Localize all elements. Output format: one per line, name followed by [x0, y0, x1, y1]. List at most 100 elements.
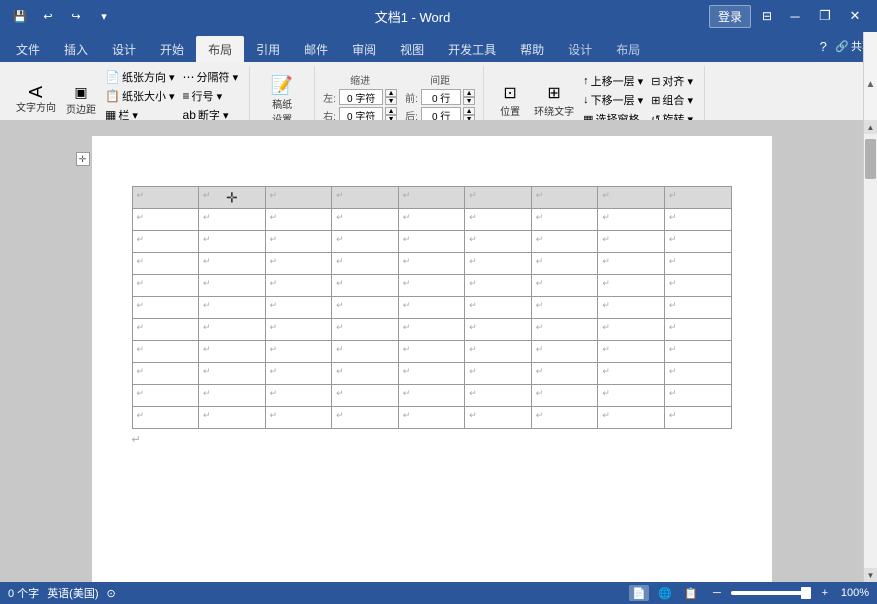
table-cell[interactable]: ↵	[265, 407, 332, 429]
table-cell[interactable]: ↵	[664, 363, 731, 385]
table-cell[interactable]: ↵	[598, 187, 665, 209]
table-cell[interactable]: ↵	[465, 407, 532, 429]
table-cell[interactable]: ↵	[265, 275, 332, 297]
table-cell[interactable]: ↵	[598, 231, 665, 253]
table-cell[interactable]: ↵	[531, 231, 598, 253]
table-cell[interactable]: ↵	[598, 407, 665, 429]
restore-button[interactable]: ❐	[811, 2, 839, 30]
scroll-thumb[interactable]	[865, 139, 876, 179]
table-cell[interactable]: ↵	[398, 363, 465, 385]
indent-left-input[interactable]	[339, 89, 383, 105]
redo-qat-button[interactable]: ↪	[64, 4, 88, 28]
table-cell[interactable]: ↵	[398, 407, 465, 429]
table-cell[interactable]: ↵	[199, 231, 266, 253]
table-cell[interactable]: ↵	[531, 341, 598, 363]
orientation-button[interactable]: 📄纸张方向 ▾	[102, 68, 178, 86]
table-cell[interactable]: ↵	[265, 385, 332, 407]
paper-size-button[interactable]: 📋纸张大小 ▾	[102, 87, 178, 105]
macro-icon[interactable]: ⊙	[107, 587, 116, 600]
table-cell[interactable]: ↵	[465, 319, 532, 341]
scroll-up-button[interactable]: ▲	[864, 120, 877, 134]
table-cell[interactable]: ↵	[265, 363, 332, 385]
window-icon-button[interactable]: ⊟	[755, 4, 779, 28]
table-cell[interactable]: ↵	[531, 385, 598, 407]
table-cell[interactable]: ↵	[265, 253, 332, 275]
table-cell[interactable]: ↵	[664, 275, 731, 297]
table-cell[interactable]: ↵	[598, 209, 665, 231]
tab-references[interactable]: 引用	[244, 36, 292, 62]
table-cell[interactable]: ↵	[398, 297, 465, 319]
send-backward-button[interactable]: ↓下移一层 ▾	[580, 91, 646, 109]
table-cell[interactable]: ↵	[332, 209, 399, 231]
table-cell[interactable]: ↵	[265, 209, 332, 231]
minimize-button[interactable]: ─	[781, 2, 809, 30]
table-cell[interactable]: ↵	[398, 187, 465, 209]
table-cell[interactable]: ↵	[664, 231, 731, 253]
table-cell[interactable]: ↵	[332, 407, 399, 429]
table-cell[interactable]: ↵	[265, 187, 332, 209]
table-move-handle[interactable]: ✛	[76, 152, 90, 166]
tab-mailings[interactable]: 邮件	[292, 36, 340, 62]
spacing-before-spin[interactable]: ▲ ▼	[463, 89, 475, 105]
read-view-button[interactable]: 📋	[681, 585, 701, 601]
table-cell[interactable]: ↵	[132, 341, 199, 363]
indent-left-spin[interactable]: ▲ ▼	[385, 89, 397, 105]
table-cell[interactable]: ↵	[332, 319, 399, 341]
table-cell[interactable]: ↵ ✛	[199, 187, 266, 209]
table-cell[interactable]: ↵	[332, 187, 399, 209]
table-cell[interactable]: ↵	[531, 319, 598, 341]
save-qat-button[interactable]: 💾	[8, 4, 32, 28]
table-cell[interactable]: ↵	[531, 253, 598, 275]
table-cell[interactable]: ↵	[664, 319, 731, 341]
table-cell[interactable]: ↵	[398, 275, 465, 297]
table-cell[interactable]: ↵	[465, 231, 532, 253]
table-cell[interactable]: ↵	[132, 275, 199, 297]
tab-table-layout[interactable]: 布局	[604, 36, 652, 62]
tab-file[interactable]: 文件	[4, 36, 52, 62]
table-cell[interactable]: ↵	[664, 341, 731, 363]
table-cell[interactable]: ↵	[132, 385, 199, 407]
table-cell[interactable]: ↵	[332, 385, 399, 407]
table-cell[interactable]: ↵	[531, 363, 598, 385]
table-cell[interactable]: ↵	[465, 363, 532, 385]
table-cell[interactable]: ↵	[132, 209, 199, 231]
table-cell[interactable]: ↵	[465, 209, 532, 231]
spacing-before-input[interactable]	[421, 89, 461, 105]
table-cell[interactable]: ↵	[531, 187, 598, 209]
zoom-percent[interactable]: 100%	[841, 587, 869, 599]
tab-developer[interactable]: 开发工具	[436, 36, 508, 62]
table-cell[interactable]: ↵	[265, 319, 332, 341]
group-button[interactable]: ⊞组合 ▾	[648, 91, 696, 109]
vertical-scrollbar[interactable]: ▲ ▼	[863, 120, 877, 582]
zoom-track[interactable]	[731, 591, 811, 595]
table-cell[interactable]: ↵	[332, 231, 399, 253]
table-cell[interactable]: ↵	[465, 341, 532, 363]
table-cell[interactable]: ↵	[531, 209, 598, 231]
line-numbers-button[interactable]: ≡行号 ▾	[180, 87, 242, 105]
table-cell[interactable]: ↵	[664, 297, 731, 319]
table-cell[interactable]: ↵	[465, 385, 532, 407]
table-cell[interactable]: ↵	[398, 385, 465, 407]
table-cell[interactable]: ↵	[199, 319, 266, 341]
table-cell[interactable]: ↵	[199, 341, 266, 363]
table-cell[interactable]: ↵	[664, 209, 731, 231]
table-cell[interactable]: ↵	[598, 319, 665, 341]
table-cell[interactable]: ↵	[332, 297, 399, 319]
table-cell[interactable]: ↵	[199, 275, 266, 297]
table-cell[interactable]: ↵	[265, 231, 332, 253]
table-cell[interactable]: ↵	[332, 363, 399, 385]
undo-qat-button[interactable]: ↩	[36, 4, 60, 28]
scroll-track[interactable]	[864, 134, 877, 568]
table-cell[interactable]: ↵	[465, 297, 532, 319]
print-view-button[interactable]: 📄	[629, 585, 649, 601]
table-cell[interactable]: ↵	[132, 187, 199, 209]
bring-forward-button[interactable]: ↑上移一层 ▾	[580, 72, 646, 90]
table-cell[interactable]: ↵	[199, 363, 266, 385]
table-cell[interactable]: ↵	[598, 341, 665, 363]
tab-design[interactable]: 设计	[100, 36, 148, 62]
table-cell[interactable]: ↵	[132, 363, 199, 385]
table-cell[interactable]: ↵	[132, 253, 199, 275]
table-cell[interactable]: ↵	[398, 231, 465, 253]
table-cell[interactable]: ↵	[465, 275, 532, 297]
align-button[interactable]: ⊟对齐 ▾	[648, 72, 696, 90]
